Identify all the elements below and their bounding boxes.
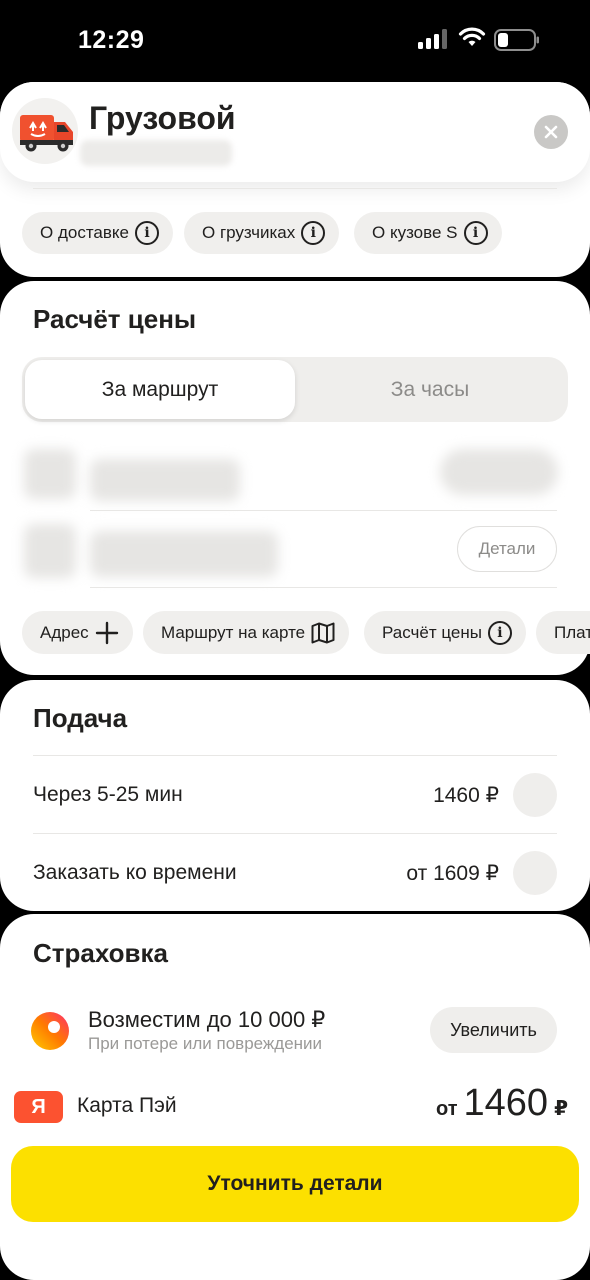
insurance-headline: Возместим до 10 000 ₽ [88, 1007, 326, 1032]
route-point-b-icon [24, 524, 76, 578]
option-radio[interactable] [513, 851, 557, 895]
chip-label: О доставке [40, 223, 129, 242]
details-button[interactable]: Детали [457, 526, 557, 572]
pricing-mode-switch: За маршрут За часы [22, 357, 568, 422]
total-price: от 1460 ₽ [436, 1082, 568, 1125]
chip-about-body[interactable]: О кузове S i [354, 212, 502, 254]
route-point-a-icon [24, 449, 76, 499]
chip-about-loaders[interactable]: О грузчиках i [184, 212, 340, 254]
plus-icon [95, 621, 118, 644]
chip-label: О кузове S [372, 223, 458, 242]
signal-icon [418, 29, 447, 49]
option-price: от 1609 ₽ [406, 861, 499, 885]
total-prefix: от [436, 1098, 458, 1120]
route-point-a-action-hidden[interactable] [440, 449, 558, 495]
section-title: Страховка [33, 938, 169, 968]
divider [33, 188, 557, 189]
price-calc-card: Расчёт цены За маршрут За часы Детали Ад… [0, 281, 590, 675]
pay-logo[interactable]: Я [14, 1091, 63, 1123]
section-title: Расчёт цены [33, 304, 197, 334]
service-card: Грузовой О доставке i О грузчиках i О ку… [0, 82, 590, 277]
add-address-button[interactable]: Адрес [22, 611, 133, 654]
chip-label: Плат [554, 622, 590, 642]
chip-about-delivery[interactable]: О доставке i [22, 212, 173, 254]
route-point-b-hidden[interactable] [90, 531, 278, 577]
supply-card: Подача Через 5-25 мин 1460 ₽ Заказать ко… [0, 680, 590, 911]
divider [90, 587, 557, 588]
chip-label: Расчёт цены [382, 622, 482, 642]
info-icon: i [134, 221, 159, 245]
supply-option-now[interactable]: Через 5-25 мин 1460 ₽ [33, 756, 557, 834]
status-time: 12:29 [78, 26, 145, 54]
status-bar: 12:29 [0, 0, 590, 82]
increase-coverage-button[interactable]: Увеличить [430, 1007, 557, 1053]
service-subtitle-hidden [80, 140, 232, 166]
chip-label: О грузчиках [202, 223, 296, 242]
close-button[interactable] [534, 115, 568, 149]
tab-route[interactable]: За маршрут [25, 360, 295, 419]
insurance-icon [31, 1012, 69, 1050]
info-icon: i [301, 221, 326, 245]
chip-label: Маршрут на карте [161, 622, 306, 642]
route-point-a-hidden[interactable] [90, 459, 240, 501]
close-icon [544, 125, 558, 139]
option-price: 1460 ₽ [433, 783, 499, 807]
insurance-subtitle: При потере или повреждении [88, 1034, 323, 1053]
supply-option-scheduled[interactable]: Заказать ко времени от 1609 ₽ [33, 834, 557, 912]
total-currency: ₽ [554, 1098, 568, 1120]
option-label: Через 5-25 мин [33, 783, 183, 806]
divider [90, 510, 557, 511]
route-on-map-button[interactable]: Маршрут на карте [143, 611, 350, 654]
specify-details-button[interactable]: Уточнить детали [11, 1146, 579, 1222]
tab-hours[interactable]: За часы [295, 360, 565, 419]
wifi-icon [458, 27, 486, 46]
option-label: Заказать ко времени [33, 861, 237, 884]
service-title: Грузовой [89, 100, 236, 136]
price-breakdown-button[interactable]: Расчёт цены i [364, 611, 526, 654]
chip-label: Адрес [40, 622, 89, 642]
payment-method[interactable]: Карта Пэй [77, 1094, 177, 1118]
info-icon: i [463, 221, 488, 245]
total-amount: 1460 [463, 1082, 549, 1124]
battery-icon [494, 29, 539, 51]
service-header: Грузовой [0, 82, 590, 182]
map-icon [311, 622, 335, 643]
section-title: Подача [33, 703, 128, 733]
option-radio[interactable] [513, 773, 557, 817]
payment-button[interactable]: Плат [536, 611, 590, 654]
info-icon: i [487, 620, 512, 645]
truck-icon [12, 98, 78, 164]
